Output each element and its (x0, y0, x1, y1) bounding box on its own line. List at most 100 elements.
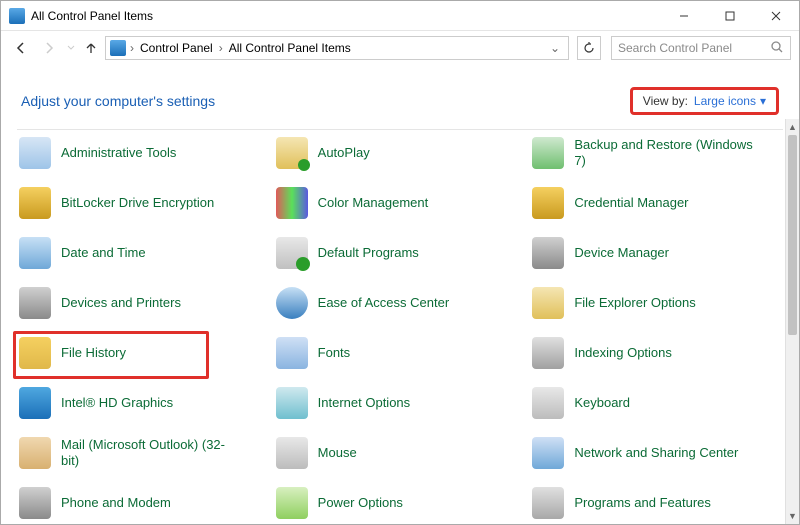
close-button[interactable] (753, 1, 799, 31)
item-label: Ease of Access Center (318, 295, 450, 311)
item-label: Indexing Options (574, 345, 672, 361)
item-autoplay[interactable]: AutoPlay (276, 135, 523, 171)
item-date-time[interactable]: Date and Time (19, 235, 266, 271)
app-icon (9, 8, 25, 24)
item-label: Devices and Printers (61, 295, 181, 311)
items-grid: Administrative Tools AutoPlay Backup and… (19, 135, 779, 521)
mail-icon (19, 437, 51, 469)
item-label: Backup and Restore (Windows 7) (574, 137, 754, 168)
content-area: Administrative Tools AutoPlay Backup and… (1, 119, 785, 524)
settings-header: Adjust your computer's settings View by:… (1, 65, 799, 123)
item-color-management[interactable]: Color Management (276, 185, 523, 221)
window-title: All Control Panel Items (31, 9, 153, 23)
item-mail[interactable]: Mail (Microsoft Outlook) (32-bit) (19, 435, 266, 471)
scroll-thumb[interactable] (788, 135, 797, 335)
item-intel-hd-graphics[interactable]: Intel® HD Graphics (19, 385, 266, 421)
item-devices-printers[interactable]: Devices and Printers (19, 285, 266, 321)
item-label: AutoPlay (318, 145, 370, 161)
chevron-right-icon: › (130, 41, 134, 55)
address-bar[interactable]: › Control Panel › All Control Panel Item… (105, 36, 569, 60)
item-fonts[interactable]: Fonts (276, 335, 523, 371)
date-time-icon (19, 237, 51, 269)
item-label: Power Options (318, 495, 403, 511)
item-label: Mail (Microsoft Outlook) (32-bit) (61, 437, 241, 468)
scroll-down-button[interactable]: ▼ (786, 508, 799, 524)
bitlocker-icon (19, 187, 51, 219)
backup-restore-icon (532, 137, 564, 169)
item-file-explorer-options[interactable]: File Explorer Options (532, 285, 779, 321)
item-label: Date and Time (61, 245, 146, 261)
item-phone-modem[interactable]: Phone and Modem (19, 485, 266, 521)
item-credential-manager[interactable]: Credential Manager (532, 185, 779, 221)
item-label: Fonts (318, 345, 351, 361)
viewby-dropdown[interactable]: Large icons ▾ (694, 94, 766, 108)
item-internet-options[interactable]: Internet Options (276, 385, 523, 421)
item-label: Default Programs (318, 245, 419, 261)
item-label: Programs and Features (574, 495, 711, 511)
device-manager-icon (532, 237, 564, 269)
item-label: File Explorer Options (574, 295, 695, 311)
minimize-button[interactable] (661, 1, 707, 31)
scrollbar[interactable]: ▲ ▼ (785, 119, 799, 524)
fonts-icon (276, 337, 308, 369)
address-dropdown-icon[interactable]: ⌄ (546, 41, 564, 55)
viewby-highlight: View by: Large icons ▾ (630, 87, 779, 115)
chevron-down-icon: ▾ (760, 94, 766, 108)
default-programs-icon (276, 237, 308, 269)
intel-graphics-icon (19, 387, 51, 419)
search-placeholder: Search Control Panel (618, 41, 732, 55)
programs-features-icon (532, 487, 564, 519)
item-power-options[interactable]: Power Options (276, 485, 523, 521)
item-label: Color Management (318, 195, 429, 211)
maximize-button[interactable] (707, 1, 753, 31)
item-label: Keyboard (574, 395, 630, 411)
item-programs-features[interactable]: Programs and Features (532, 485, 779, 521)
refresh-button[interactable] (577, 36, 601, 60)
color-management-icon (276, 187, 308, 219)
item-label: Internet Options (318, 395, 411, 411)
item-label: Credential Manager (574, 195, 688, 211)
control-panel-icon (110, 40, 126, 56)
window-controls (661, 1, 799, 31)
ease-of-access-icon (276, 287, 308, 319)
item-ease-of-access[interactable]: Ease of Access Center (276, 285, 523, 321)
item-keyboard[interactable]: Keyboard (532, 385, 779, 421)
item-label: Intel® HD Graphics (61, 395, 173, 411)
breadcrumb-all-items[interactable]: All Control Panel Items (227, 41, 353, 55)
item-backup-restore[interactable]: Backup and Restore (Windows 7) (532, 135, 779, 171)
network-sharing-icon (532, 437, 564, 469)
item-administrative-tools[interactable]: Administrative Tools (19, 135, 266, 171)
item-label: Phone and Modem (61, 495, 171, 511)
item-device-manager[interactable]: Device Manager (532, 235, 779, 271)
nav-forward-button[interactable] (37, 36, 61, 60)
item-label: BitLocker Drive Encryption (61, 195, 214, 211)
viewby-value: Large icons (694, 94, 756, 108)
breadcrumb-control-panel[interactable]: Control Panel (138, 41, 215, 55)
mouse-icon (276, 437, 308, 469)
item-mouse[interactable]: Mouse (276, 435, 523, 471)
item-network-sharing[interactable]: Network and Sharing Center (532, 435, 779, 471)
power-options-icon (276, 487, 308, 519)
item-bitlocker[interactable]: BitLocker Drive Encryption (19, 185, 266, 221)
file-explorer-options-icon (532, 287, 564, 319)
nav-back-button[interactable] (9, 36, 33, 60)
page-title: Adjust your computer's settings (21, 93, 215, 109)
phone-modem-icon (19, 487, 51, 519)
item-label: Device Manager (574, 245, 669, 261)
item-indexing-options[interactable]: Indexing Options (532, 335, 779, 371)
search-input[interactable]: Search Control Panel (611, 36, 791, 60)
file-history-icon (19, 337, 51, 369)
item-label: Mouse (318, 445, 357, 461)
indexing-options-icon (532, 337, 564, 369)
autoplay-icon (276, 137, 308, 169)
nav-recent-dropdown[interactable] (65, 36, 77, 60)
item-default-programs[interactable]: Default Programs (276, 235, 523, 271)
search-icon (770, 40, 784, 57)
item-label: Network and Sharing Center (574, 445, 738, 461)
nav-up-button[interactable] (81, 36, 101, 60)
titlebar: All Control Panel Items (1, 1, 799, 31)
item-file-history[interactable]: File History (19, 335, 266, 371)
scroll-up-button[interactable]: ▲ (786, 119, 799, 135)
internet-options-icon (276, 387, 308, 419)
item-label: Administrative Tools (61, 145, 176, 161)
